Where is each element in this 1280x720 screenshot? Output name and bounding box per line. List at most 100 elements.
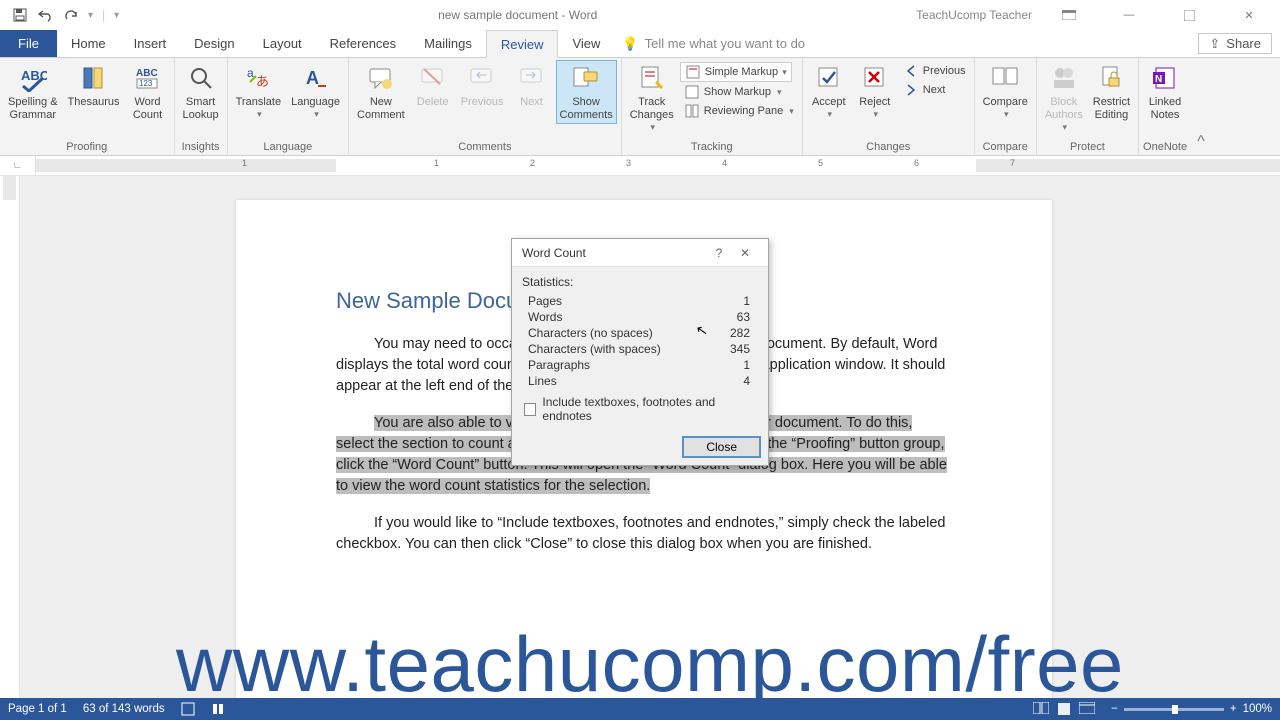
translate-button[interactable]: aあ Translate (232, 60, 285, 122)
accept-button[interactable]: Accept (807, 60, 851, 122)
dialog-close-icon[interactable]: ✕ (732, 246, 758, 260)
markup-value: Simple Markup (705, 66, 778, 78)
compare-button[interactable]: Compare (979, 60, 1032, 122)
group-proofing-label: Proofing (4, 139, 170, 155)
minimize-icon[interactable]: — (1106, 0, 1152, 30)
include-textboxes-checkbox[interactable]: Include textboxes, footnotes and endnote… (522, 389, 758, 427)
onenote-icon: N (1149, 62, 1181, 94)
tell-me-label: Tell me what you want to do (645, 36, 805, 51)
tab-file[interactable]: File (0, 30, 57, 57)
undo-icon[interactable] (36, 5, 56, 25)
user-name: TeachUcomp Teacher (916, 8, 1032, 22)
smart-lookup-label: Smart Lookup (183, 96, 219, 122)
share-icon: ⇪ (1209, 36, 1220, 52)
tell-me-search[interactable]: 💡 Tell me what you want to do (622, 30, 805, 57)
show-markup-icon (684, 84, 700, 100)
group-comments: New Comment Delete Previous Next Show Co… (349, 58, 622, 155)
collapse-ribbon-icon[interactable]: ^ (1191, 133, 1211, 155)
redo-icon[interactable] (62, 5, 82, 25)
paragraph-3: If you would like to “Include textboxes,… (336, 513, 952, 555)
group-onenote-label: OneNote (1143, 139, 1187, 155)
share-button[interactable]: ⇪ Share (1198, 33, 1272, 54)
view-print-icon[interactable] (1057, 702, 1071, 716)
zoom-value[interactable]: 100% (1243, 703, 1272, 715)
save-icon[interactable] (10, 5, 30, 25)
group-tracking: Track Changes Simple Markup ▾ Show Marku… (622, 58, 803, 155)
new-comment-label: New Comment (357, 96, 405, 122)
smart-lookup-button[interactable]: Smart Lookup (179, 60, 223, 124)
track-changes-icon (636, 62, 668, 94)
reject-label: Reject (859, 96, 890, 109)
translate-icon: aあ (242, 62, 274, 94)
close-icon[interactable]: ✕ (1226, 0, 1272, 30)
tab-home[interactable]: Home (57, 30, 120, 57)
reject-button[interactable]: Reject (853, 60, 897, 122)
view-read-icon[interactable] (1033, 702, 1049, 716)
zoom-control[interactable]: − + 100% (1111, 703, 1272, 715)
quick-access-toolbar: ▾ | ▾ (0, 5, 119, 25)
new-comment-button[interactable]: New Comment (353, 60, 409, 124)
tab-references[interactable]: References (316, 30, 410, 57)
tab-design[interactable]: Design (180, 30, 248, 57)
delete-comment-icon (417, 62, 449, 94)
group-tracking-label: Tracking (626, 139, 798, 155)
show-comments-button[interactable]: Show Comments (556, 60, 617, 124)
zoom-out-icon[interactable]: − (1111, 703, 1118, 715)
delete-comment-button: Delete (411, 60, 455, 111)
track-changes-button[interactable]: Track Changes (626, 60, 678, 135)
group-insights-label: Insights (179, 139, 223, 155)
tab-selector[interactable]: ∟ (0, 156, 36, 175)
changes-prev-label: Previous (923, 65, 966, 77)
word-count-button[interactable]: ABC123 Word Count (126, 60, 170, 124)
linked-notes-button[interactable]: N Linked Notes (1143, 60, 1187, 124)
tab-insert[interactable]: Insert (120, 30, 181, 57)
status-words[interactable]: 63 of 143 words (83, 703, 165, 715)
thesaurus-button[interactable]: Thesaurus (64, 60, 124, 111)
restrict-editing-icon (1095, 62, 1127, 94)
accept-label: Accept (812, 96, 846, 109)
group-language-label: Language (232, 139, 344, 155)
compare-label: Compare (983, 96, 1028, 109)
watermark-url: www.teachucomp.com/free (20, 619, 1280, 698)
group-protect: Block Authors Restrict Editing Protect (1037, 58, 1139, 155)
status-proofing-icon[interactable] (181, 702, 195, 716)
group-changes-label: Changes (807, 139, 970, 155)
block-authors-button: Block Authors (1041, 60, 1087, 135)
status-macros-icon[interactable] (211, 702, 225, 716)
language-button[interactable]: A Language (287, 60, 344, 122)
spelling-grammar-button[interactable]: ABC Spelling & Grammar (4, 60, 62, 124)
reviewing-pane-icon (684, 103, 700, 119)
tab-view[interactable]: View (558, 30, 614, 57)
ribbon-display-icon[interactable] (1046, 0, 1092, 30)
markup-dropdown[interactable]: Simple Markup ▾ (680, 62, 792, 82)
zoom-in-icon[interactable]: + (1230, 703, 1237, 715)
reviewing-pane-button[interactable]: Reviewing Pane (680, 102, 798, 120)
group-changes: Accept Reject Previous Next Changes (803, 58, 975, 155)
maximize-icon[interactable] (1166, 0, 1212, 30)
include-label: Include textboxes, footnotes and endnote… (542, 395, 756, 423)
dialog-close-button[interactable]: Close (683, 437, 760, 457)
show-markup-button[interactable]: Show Markup (680, 83, 798, 101)
tab-layout[interactable]: Layout (249, 30, 316, 57)
tab-mailings[interactable]: Mailings (410, 30, 486, 57)
tab-review[interactable]: Review (486, 30, 559, 58)
dialog-help-icon[interactable]: ? (706, 246, 732, 260)
svg-text:ABC: ABC (136, 68, 158, 79)
changes-next-button[interactable]: Next (899, 81, 970, 99)
changes-next-label: Next (923, 84, 946, 96)
view-web-icon[interactable] (1079, 702, 1095, 716)
status-page[interactable]: Page 1 of 1 (8, 703, 67, 715)
checkbox-icon[interactable] (524, 403, 536, 416)
word-count-icon: ABC123 (132, 62, 164, 94)
accept-icon (813, 62, 845, 94)
show-markup-label: Show Markup (704, 86, 771, 98)
language-label: Language (291, 96, 340, 109)
changes-next-icon (903, 82, 919, 98)
zoom-slider[interactable] (1124, 708, 1224, 711)
restrict-editing-button[interactable]: Restrict Editing (1089, 60, 1134, 124)
thesaurus-label: Thesaurus (68, 96, 120, 109)
prev-comment-icon (466, 62, 498, 94)
changes-prev-button[interactable]: Previous (899, 62, 970, 80)
thesaurus-icon (78, 62, 110, 94)
share-label: Share (1226, 36, 1261, 51)
